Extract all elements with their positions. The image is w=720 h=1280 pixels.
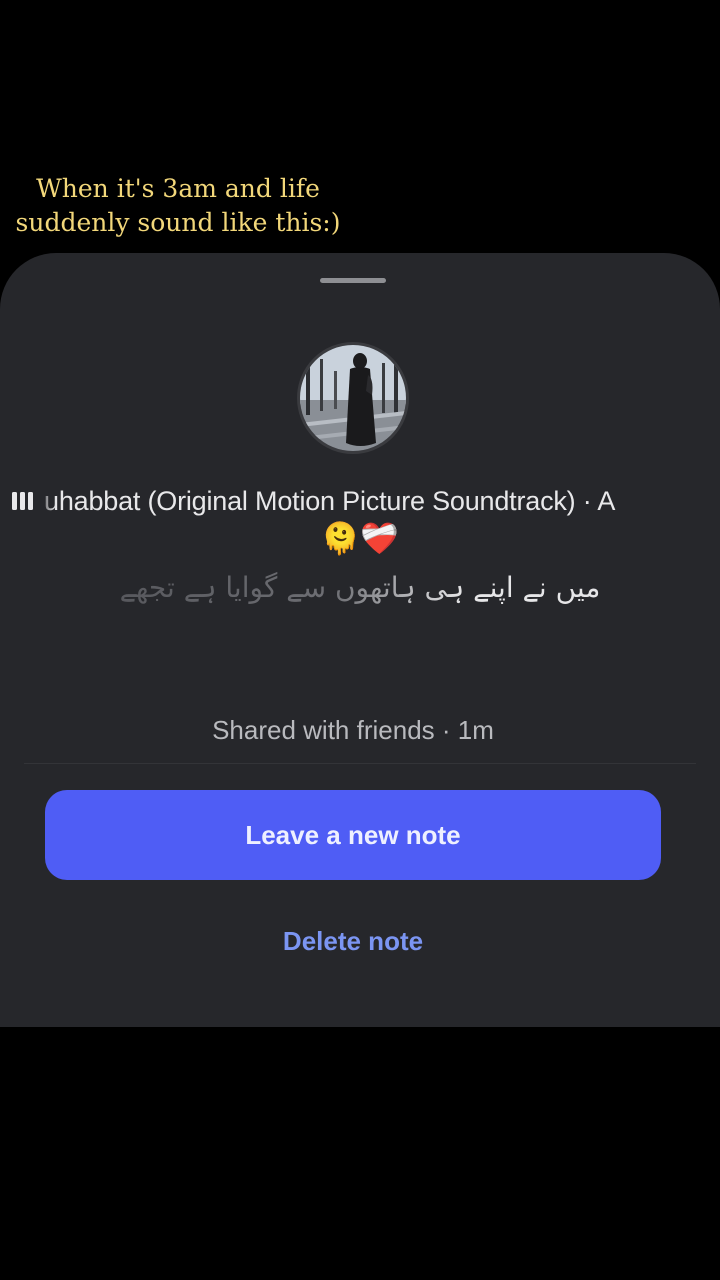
overlay-caption: When it's 3am and life suddenly sound li…	[0, 172, 356, 240]
song-lyric: میں نے اپنے ہی ہاتھوں سے گوایا ہے تجھے	[100, 566, 620, 610]
shared-status: Shared with friends · 1m	[212, 715, 494, 745]
sheet-grabber-handle[interactable]	[320, 278, 386, 283]
divider	[24, 763, 696, 764]
leave-new-note-button[interactable]: Leave a new note	[45, 790, 661, 880]
note-bottom-sheet: uhabbat (Original Motion Picture Soundtr…	[0, 253, 720, 1027]
now-playing-song[interactable]: uhabbat (Original Motion Picture Soundtr…	[0, 481, 720, 521]
note-emojis: 🫠❤️‍🩹	[321, 521, 399, 556]
song-title: uhabbat (Original Motion Picture Soundtr…	[44, 486, 616, 516]
song-fade-left	[36, 481, 56, 521]
avatar-image	[300, 345, 406, 451]
delete-note-button[interactable]: Delete note	[203, 917, 503, 965]
caption-line-2: suddenly sound like this:)	[15, 208, 341, 237]
avatar[interactable]	[297, 342, 409, 454]
music-bars-icon	[12, 492, 33, 510]
song-fade-right	[670, 481, 720, 521]
caption-line-1: When it's 3am and life	[36, 174, 320, 203]
